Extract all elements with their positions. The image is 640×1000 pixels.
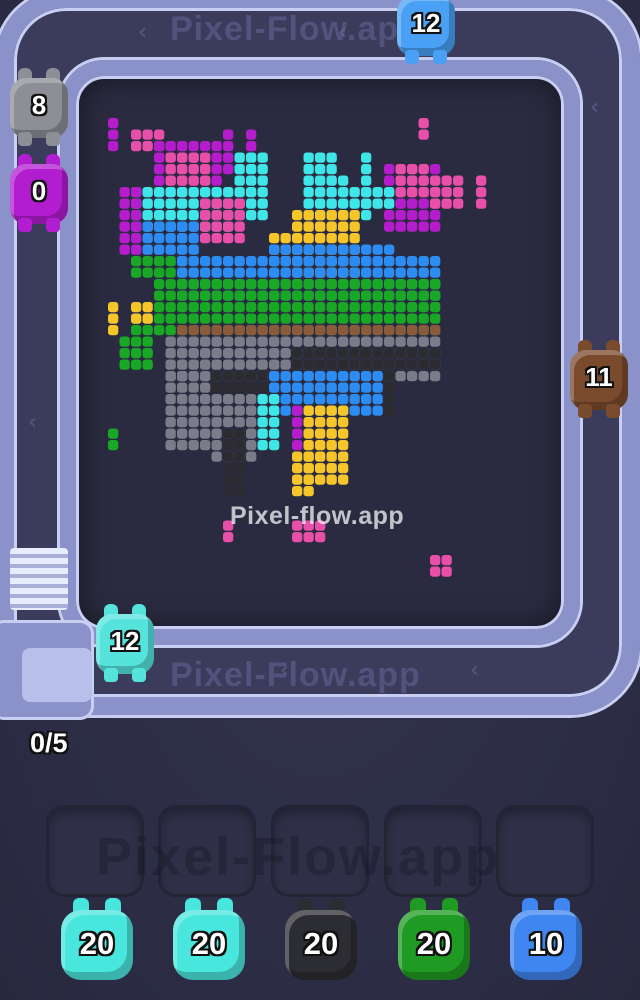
queue-pig-black[interactable]: 20 (281, 898, 361, 990)
pig-count: 20 (191, 926, 227, 961)
entry-ramp (10, 548, 68, 610)
pig-count: 11 (585, 362, 613, 392)
queue-pig-cyan-1[interactable]: 20 (57, 898, 137, 990)
watermark-text: Pixel-flow.app (230, 502, 405, 530)
pig-count: 8 (31, 90, 47, 120)
tray-watermark: Pixel-Flow.app (96, 827, 501, 887)
belt-watermark-top: Pixel-Flow.app (170, 10, 421, 48)
pig-right-brown[interactable]: 11 (566, 340, 632, 418)
pig-count: 20 (79, 926, 115, 961)
pig-count: 0 (31, 176, 47, 206)
pig-top[interactable]: 12 (393, 0, 459, 64)
conveyor-inner-rail (60, 60, 580, 645)
queue-pig-cyan-2[interactable]: 20 (169, 898, 249, 990)
progress-counter: 0/5 (30, 728, 68, 758)
pig-left-gray[interactable]: 8 (6, 68, 72, 146)
queue-pig-green[interactable]: 20 (394, 898, 474, 990)
belt-watermark-bottom: Pixel-Flow.app (170, 656, 421, 694)
pig-count: 10 (528, 926, 564, 961)
launch-dock-slot (22, 648, 92, 702)
pig-count: 12 (110, 626, 140, 656)
pig-count: 20 (416, 926, 452, 961)
belt-arrow-icon: ‹ (470, 658, 480, 683)
pig-left-purple[interactable]: 0 (6, 154, 72, 232)
tray-slot[interactable] (496, 805, 594, 897)
pig-count: 20 (303, 926, 339, 961)
belt-arrow-icon: ‹ (138, 20, 148, 45)
queue-pig-blue[interactable]: 10 (506, 898, 586, 990)
game-stage: ‹ ‹ ‹ ‹ ‹ ‹ Pixel-Flow.app Pixel-Flow.ap… (0, 0, 640, 1000)
belt-arrow-icon: ‹ (590, 95, 600, 120)
belt-arrow-icon: ‹ (28, 410, 38, 435)
pig-count: 12 (411, 8, 441, 38)
pig-dock-cyan[interactable]: 12 (92, 604, 158, 682)
